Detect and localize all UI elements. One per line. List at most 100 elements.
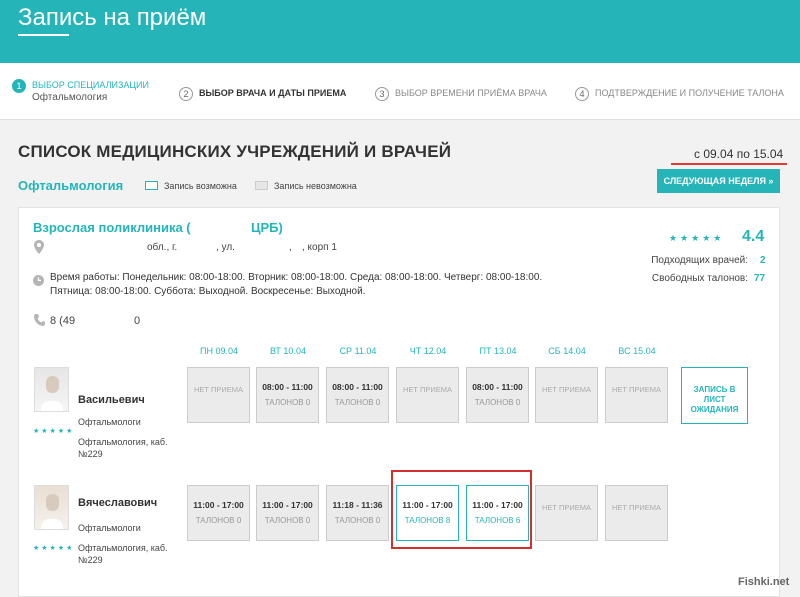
legend-unavailable-swatch <box>255 181 268 190</box>
waitlist-button[interactable]: ЗАПИСЬ В ЛИСТ ОЖИДАНИЯ <box>681 367 748 424</box>
doctor-1-slot-wed: 08:00 - 11:00 ТАЛОНОВ 0 <box>326 367 389 423</box>
working-hours-line-1: Время работы: Понедельник: 08:00-18:00. … <box>50 272 543 283</box>
doctor-1-specialty: Офтальмологи <box>78 417 141 427</box>
clinic-name[interactable]: Взрослая поликлиника ( <box>33 220 191 235</box>
address-comma: , <box>289 242 292 253</box>
specialization-name: Офтальмология <box>18 178 124 193</box>
slot-no-reception: НЕТ ПРИЕМА <box>541 385 592 394</box>
doctor-2-slot-sun: НЕТ ПРИЕМА <box>605 485 668 541</box>
doctor-2-name[interactable]: Вячеславович <box>78 497 157 509</box>
step-2-number: 2 <box>179 87 193 101</box>
day-header-tue: ВТ 10.04 <box>270 346 306 356</box>
wizard-steps: 1 ВЫБОР СПЕЦИАЛИЗАЦИИ Офтальмология 2 ВЫ… <box>0 63 800 120</box>
slot-no-reception: НЕТ ПРИЕМА <box>611 503 662 512</box>
day-header-thu: ЧТ 12.04 <box>409 346 447 356</box>
slot-time: 08:00 - 11:00 <box>472 382 523 392</box>
date-range-underline <box>671 163 787 165</box>
step-4[interactable]: 4 ПОДТВЕРЖДЕНИЕ И ПОЛУЧЕНИЕ ТАЛОНА <box>575 87 784 101</box>
slot-ticket-count: ТАЛОНОВ 0 <box>264 516 311 525</box>
slot-ticket-count: ТАЛОНОВ 0 <box>334 398 381 407</box>
slot-ticket-count: ТАЛОНОВ 0 <box>474 398 521 407</box>
header-underline <box>18 34 69 36</box>
doctor-1-name[interactable]: Васильевич <box>78 394 145 406</box>
doctor-2-avatar-body <box>41 519 63 529</box>
free-tickets-label: Свободных талонов: <box>651 273 748 284</box>
phone-icon <box>34 314 45 326</box>
address-building: , корп 1 <box>302 242 337 253</box>
doctor-2-avatar-face <box>46 494 59 511</box>
phone-number[interactable]: 8 (49 <box>50 315 75 327</box>
slot-time: 11:00 - 17:00 <box>262 500 313 510</box>
day-header-sat: СБ 14.04 <box>548 346 586 356</box>
step-1[interactable]: 1 ВЫБОР СПЕЦИАЛИЗАЦИИ Офтальмология <box>12 79 149 104</box>
slot-no-reception: НЕТ ПРИЕМА <box>193 385 244 394</box>
page-title: СПИСОК МЕДИЦИНСКИХ УЧРЕЖДЕНИЙ И ВРАЧЕЙ <box>18 142 452 161</box>
step-4-label: ПОДТВЕРЖДЕНИЕ И ПОЛУЧЕНИЕ ТАЛОНА <box>595 88 784 98</box>
page-header-title: Запись на приём <box>18 4 207 31</box>
matching-doctors-label: Подходящих врачей: <box>651 255 748 266</box>
doctor-1-avatar-face <box>46 376 59 393</box>
slot-ticket-count: ТАЛОНОВ 0 <box>334 516 381 525</box>
address-street: , ул. <box>216 242 235 253</box>
doctor-2-slot-sat: НЕТ ПРИЕМА <box>535 485 598 541</box>
slot-time: 11:18 - 11:36 <box>332 500 383 510</box>
doctor-1-avatar-body <box>41 401 63 411</box>
doctor-2-rating-stars: ★★★★★ <box>33 545 75 552</box>
date-range: с 09.04 по 15.04 <box>694 147 784 161</box>
legend-unavailable-label: Запись невозможна <box>274 181 357 191</box>
doctor-1-slot-thu: НЕТ ПРИЕМА <box>396 367 459 423</box>
slot-no-reception: НЕТ ПРИЕМА <box>611 385 662 394</box>
doctor-1-avatar[interactable] <box>34 367 69 412</box>
location-pin-icon <box>34 240 44 254</box>
clinic-name-suffix[interactable]: ЦРБ) <box>251 220 283 235</box>
step-1-title: ВЫБОР СПЕЦИАЛИЗАЦИИ <box>32 80 149 90</box>
step-2-label: ВЫБОР ВРАЧА И ДАТЫ ПРИЕМА <box>199 88 347 98</box>
doctor-2-cabinet: Офтальмология, каб. №229 <box>78 543 168 565</box>
step-3-number: 3 <box>375 87 389 101</box>
step-1-subtitle: Офтальмология <box>32 92 108 103</box>
doctor-1-slot-mon: НЕТ ПРИЕМА <box>187 367 250 423</box>
app-header: Запись на приём <box>0 0 800 63</box>
watermark: Fishki.net <box>738 576 790 588</box>
clock-icon <box>33 275 44 286</box>
slot-time: 08:00 - 11:00 <box>262 382 313 392</box>
doctor-1-slot-sat: НЕТ ПРИЕМА <box>535 367 598 423</box>
step-1-label: ВЫБОР СПЕЦИАЛИЗАЦИИ Офтальмология <box>32 79 149 104</box>
highlight-annotation <box>391 470 532 549</box>
doctor-2-specialty: Офтальмологи <box>78 523 141 533</box>
address-region: обл., г. <box>147 242 178 253</box>
doctor-1-cabinet: Офтальмология, каб. №229 <box>78 437 168 459</box>
doctor-2-slot-tue: 11:00 - 17:00 ТАЛОНОВ 0 <box>256 485 319 541</box>
step-3-label: ВЫБОР ВРЕМЕНИ ПРИЁМА ВРАЧА <box>395 88 547 98</box>
day-header-wed: СР 11.04 <box>339 346 377 356</box>
doctor-1-rating-stars: ★★★★★ <box>33 428 75 435</box>
slot-ticket-count: ТАЛОНОВ 0 <box>264 398 311 407</box>
day-header-fri: ПТ 13.04 <box>479 346 517 356</box>
doctor-2-avatar[interactable] <box>34 485 69 530</box>
day-header-mon: ПН 09.04 <box>200 346 238 356</box>
working-hours-line-2: Пятница: 08:00-18:00. Суббота: Выходной.… <box>50 286 366 297</box>
clinic-rating-stars: ★★★★★ <box>669 233 725 243</box>
matching-doctors-count: 2 <box>760 255 766 266</box>
next-week-button[interactable]: СЛЕДУЮЩАЯ НЕДЕЛЯ » <box>657 169 780 193</box>
slot-no-reception: НЕТ ПРИЕМА <box>541 503 592 512</box>
step-2[interactable]: 2 ВЫБОР ВРАЧА И ДАТЫ ПРИЕМА <box>179 87 346 101</box>
legend-available-swatch <box>145 181 158 190</box>
doctor-1-slot-fri: 08:00 - 11:00 ТАЛОНОВ 0 <box>466 367 529 423</box>
doctor-1-slot-tue: 08:00 - 11:00 ТАЛОНОВ 0 <box>256 367 319 423</box>
slot-ticket-count: ТАЛОНОВ 0 <box>195 516 242 525</box>
slot-time: 11:00 - 17:00 <box>193 500 244 510</box>
clinic-rating-value: 4.4 <box>742 228 765 245</box>
day-header-sun: ВС 15.04 <box>618 346 656 356</box>
legend-available-label: Запись возможна <box>164 181 237 191</box>
free-tickets-count: 77 <box>754 273 766 284</box>
step-1-number: 1 <box>12 79 26 93</box>
doctor-2-slot-wed: 11:18 - 11:36 ТАЛОНОВ 0 <box>326 485 389 541</box>
phone-number-end: 0 <box>134 315 141 327</box>
slot-time: 08:00 - 11:00 <box>332 382 383 392</box>
slot-no-reception: НЕТ ПРИЕМА <box>402 385 453 394</box>
step-3[interactable]: 3 ВЫБОР ВРЕМЕНИ ПРИЁМА ВРАЧА <box>375 87 547 101</box>
doctor-1-slot-sun: НЕТ ПРИЕМА <box>605 367 668 423</box>
working-hours: Время работы: Понедельник: 08:00-18:00. … <box>50 271 590 299</box>
step-4-number: 4 <box>575 87 589 101</box>
